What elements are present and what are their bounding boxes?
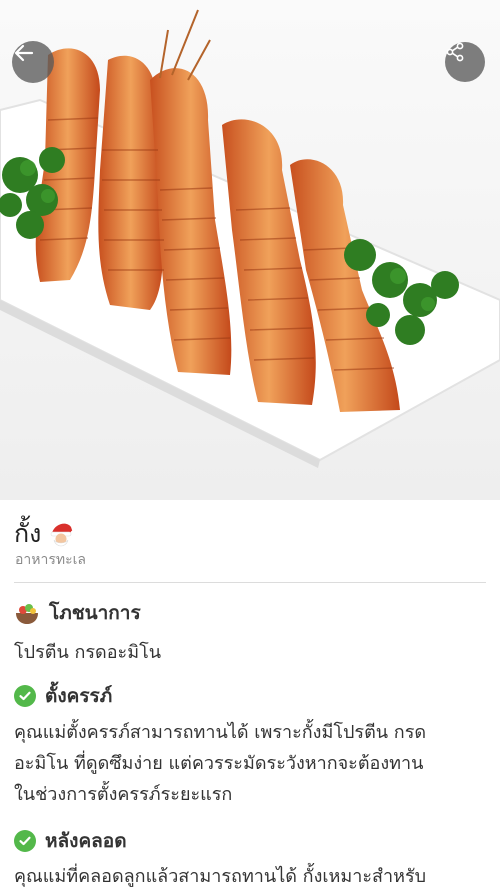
nutrition-text: โปรตีน กรดอะมิโน — [14, 642, 162, 663]
pregnant-text-line: ในช่วงการตั้งครรภ์ระยะแรก — [14, 784, 233, 805]
pregnant-title: ตั้งครรภ์ — [45, 685, 113, 707]
check-circle-icon — [14, 685, 36, 707]
pregnant-text-line: คุณแม่ตั้งครรภ์สามารถทานได้ เพราะกั้งมีโ… — [14, 722, 427, 743]
share-icon — [446, 42, 464, 62]
mantis-shrimp-photo — [0, 0, 500, 500]
pregnant-text: คุณแม่ตั้งครรภ์สามารถทานได้ เพราะกั้งมีโ… — [14, 717, 490, 810]
check-circle-icon — [14, 830, 36, 852]
pregnant-header: ตั้งครรภ์ — [14, 681, 112, 711]
bowl-icon — [16, 604, 38, 624]
arrow-left-icon — [14, 44, 34, 62]
nutrition-title: โภชนาการ — [49, 602, 141, 624]
divider — [14, 582, 486, 583]
back-button[interactable] — [12, 41, 54, 83]
postpartum-text: คุณแม่ที่คลอดลูกแล้วสามารถทานได้ กั้งเหม… — [14, 866, 427, 887]
postpartum-header: หลังคลอด — [14, 826, 127, 856]
nutrition-header: โภชนาการ — [14, 598, 141, 628]
food-hero-image — [0, 0, 500, 500]
title-row: กั้ง — [14, 514, 77, 554]
pregnant-text-line: อะมิโน ที่ดูดซึมง่าย แต่ควรระมัดระวังหาก… — [14, 753, 424, 774]
food-title: กั้ง — [14, 519, 42, 548]
food-category: อาหารทะเล — [15, 552, 86, 568]
share-button[interactable] — [445, 42, 485, 82]
food-detail-panel: กั้ง อาหารทะเล โภชนาการ โปรตีน กรดอะมิโน… — [0, 500, 500, 889]
postpartum-title: หลังคลอด — [45, 830, 127, 852]
santa-icon — [51, 523, 76, 547]
